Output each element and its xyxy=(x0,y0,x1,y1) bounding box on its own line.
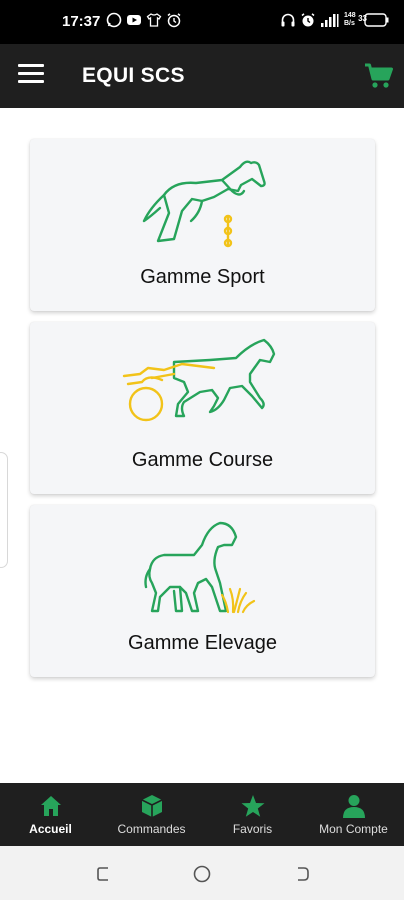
status-time: 17:37 xyxy=(62,13,101,30)
home-button-icon[interactable] xyxy=(192,864,212,884)
harness-racing-horse-icon xyxy=(122,338,276,422)
battery-level: 33 xyxy=(358,14,367,23)
recent-apps-icon[interactable] xyxy=(94,864,114,884)
user-icon xyxy=(342,795,365,818)
alarm-icon xyxy=(167,13,181,28)
nav-item-commandes[interactable]: Commandes xyxy=(101,783,202,846)
system-navigation-bar xyxy=(0,846,404,900)
status-bar: 17:37 148 B/s 33 xyxy=(0,0,404,44)
nav-item-accueil[interactable]: Accueil xyxy=(0,783,101,846)
headset-icon xyxy=(281,13,295,27)
whatsapp-icon xyxy=(106,12,122,28)
nav-label: Commandes xyxy=(117,822,186,836)
battery-icon xyxy=(364,13,389,27)
bottom-navigation: Accueil Commandes Favoris Mon Compte xyxy=(0,783,404,846)
star-icon xyxy=(241,795,264,817)
nav-label: Favoris xyxy=(232,822,273,836)
category-label: Gamme Sport xyxy=(140,266,265,288)
app-title: EQUI SCS xyxy=(82,64,185,87)
category-card-course[interactable]: Gamme Course xyxy=(30,322,375,494)
nav-item-favoris[interactable]: Favoris xyxy=(202,783,303,846)
package-icon xyxy=(141,795,162,817)
nav-label: Accueil xyxy=(29,822,72,836)
shirt-icon xyxy=(146,13,162,27)
app-bar: EQUI SCS xyxy=(0,44,404,108)
foal-grass-icon xyxy=(144,521,256,614)
hamburger-menu-icon[interactable] xyxy=(18,64,44,88)
system-status-icons: 148 B/s 33 xyxy=(280,12,390,28)
category-label: Gamme Course xyxy=(131,449,274,471)
shopping-cart-icon[interactable] xyxy=(364,62,394,90)
home-icon xyxy=(40,796,61,816)
signal-icon xyxy=(321,14,339,27)
show-jumping-horse-icon xyxy=(142,160,266,248)
category-label: Gamme Elevage xyxy=(128,632,277,654)
nav-item-mon-compte[interactable]: Mon Compte xyxy=(303,783,404,846)
back-icon[interactable] xyxy=(292,864,312,884)
alarm-icon xyxy=(301,13,315,27)
edge-panel-handle[interactable] xyxy=(0,452,8,568)
nav-label: Mon Compte xyxy=(319,822,388,836)
notification-icons xyxy=(106,12,182,28)
category-card-sport[interactable]: Gamme Sport xyxy=(30,139,375,311)
youtube-icon xyxy=(127,15,141,25)
category-card-elevage[interactable]: Gamme Elevage xyxy=(30,505,375,677)
